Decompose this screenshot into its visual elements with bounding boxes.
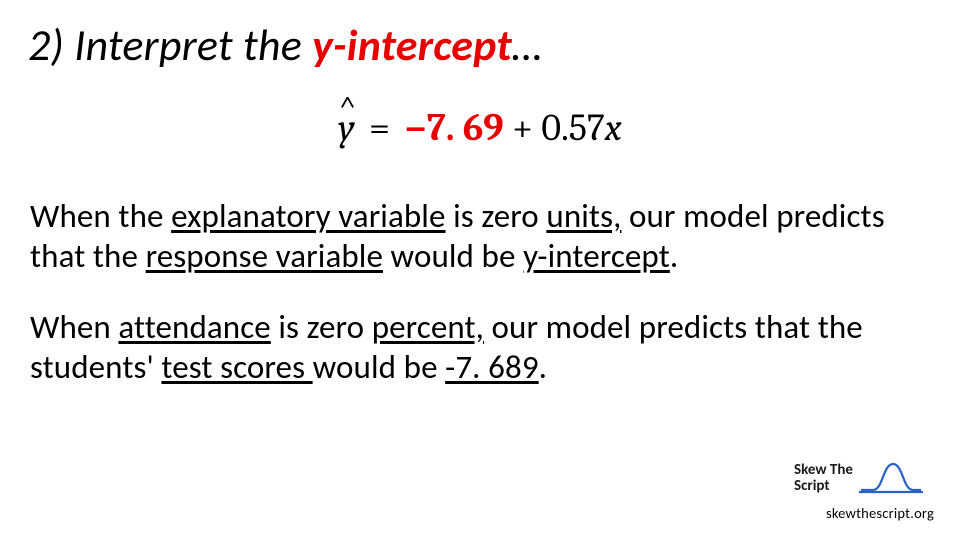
slide-title: 2) Interpret the y-intercept… [28,18,932,72]
p2-u2: percent, [372,307,484,347]
title-accent: y-intercept [312,18,512,72]
template-sentence: When the explanatory variable is zero un… [30,196,932,277]
plus-slope: + 0.57 [504,106,605,150]
title-suffix: … [512,18,543,72]
p1-t1: is zero [446,196,547,236]
title-prefix: 2) Interpret the [28,18,312,72]
logo-line1: Skew The [794,462,853,478]
regression-equation: ^ y = −7. 69 + 0.57x [28,106,932,150]
logo-line2: Script [794,478,853,494]
equals-sign: = [361,106,399,150]
p2-u3: test scores [161,347,312,387]
p1-u4: y-intercept [523,236,670,276]
applied-sentence: When attendance is zero percent, our mod… [30,307,932,388]
slide: 2) Interpret the y-intercept… ^ y = −7. … [0,0,960,540]
p1-t3: would be [383,236,523,276]
p1-u1: explanatory variable [171,196,445,236]
yhat-symbol: ^ y [338,106,354,150]
p1-u3: response variable [146,236,383,276]
p1-u2: units, [546,196,621,236]
p1-t4: . [670,236,678,276]
logo-text: Skew The Script [794,462,853,494]
p2-u1: attendance [118,307,270,347]
p1-t0: When the [30,196,171,236]
p2-u4: -7. 689 [445,347,539,387]
intercept-value: −7. 69 [404,106,503,150]
slope-term: + 0.57x [504,106,622,150]
p2-t4: . [539,347,547,387]
bell-curve-icon [859,460,923,494]
p2-t0: When [30,307,118,347]
x-variable: x [605,106,622,150]
p2-t3: would be [313,347,446,387]
hat-accent: ^ [339,90,356,126]
p2-t1: is zero [271,307,372,347]
attribution-url: skewthescript.org [826,504,934,522]
brand-logo: Skew The Script [794,460,934,494]
